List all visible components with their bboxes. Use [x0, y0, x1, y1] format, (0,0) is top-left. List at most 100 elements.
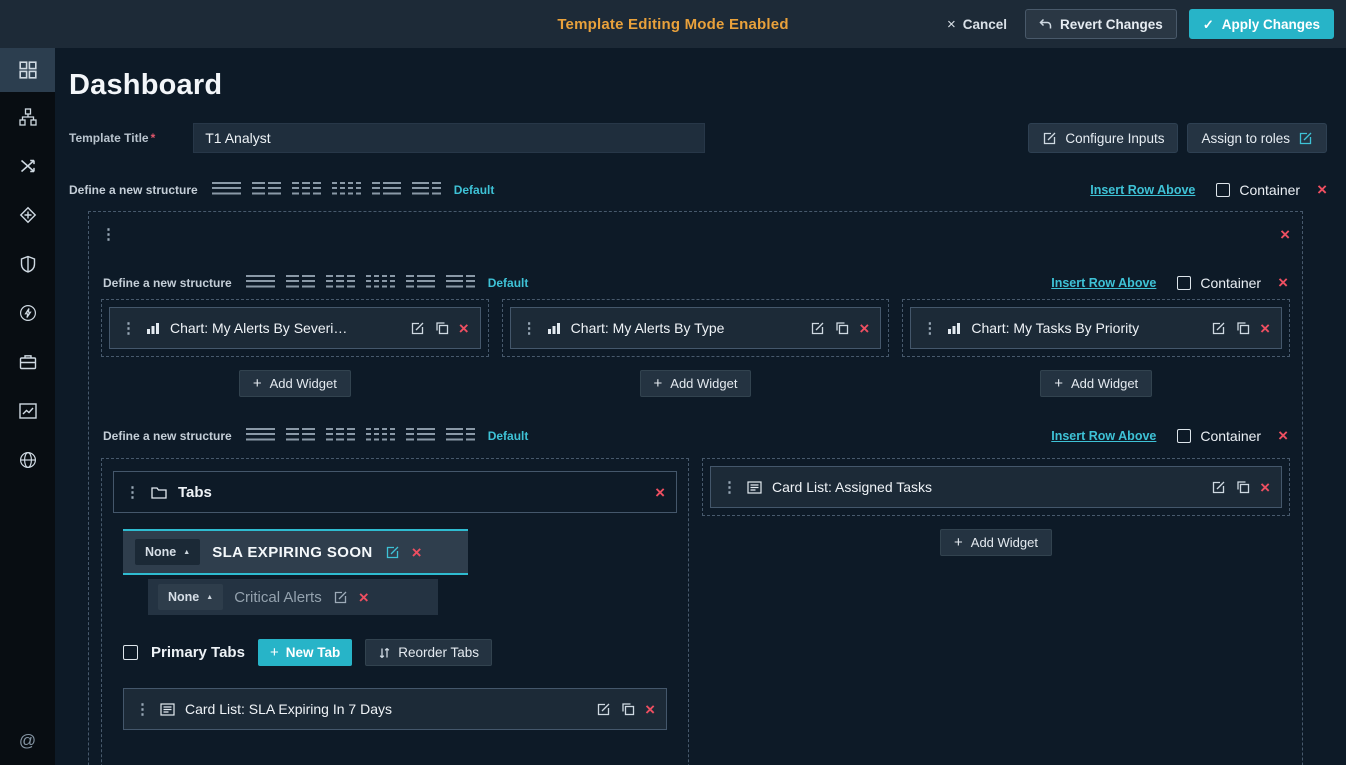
layout-2-1col-option[interactable]	[446, 275, 475, 290]
configure-inputs-button[interactable]: Configure Inputs	[1028, 123, 1178, 153]
add-widget-button[interactable]: + Add Widget	[239, 370, 351, 397]
layout-1col-option[interactable]	[246, 428, 275, 443]
layout-4col-option[interactable]	[366, 428, 395, 443]
widget-card[interactable]: ⋮ Chart: My Tasks By Priority ×	[910, 307, 1282, 349]
edit-widget-icon[interactable]	[1211, 480, 1226, 495]
drag-handle[interactable]: ⋮	[101, 227, 116, 242]
nav-reports-item[interactable]	[0, 386, 55, 435]
nav-automation-item[interactable]	[0, 288, 55, 337]
add-widget-button[interactable]: + Add Widget	[940, 529, 1052, 556]
delete-tab-button[interactable]: ×	[359, 589, 369, 606]
nav-crossing-arrows-item[interactable]	[0, 141, 55, 190]
widget-column: ⋮ Chart: My Alerts By Severi… ×	[101, 299, 489, 397]
default-layout-label[interactable]: Default	[488, 429, 529, 443]
layout-2-1col-option[interactable]	[412, 182, 441, 197]
tabs-section-header[interactable]: ⋮ Tabs ×	[113, 471, 677, 513]
nav-mention-item[interactable]: @	[0, 717, 55, 765]
cancel-button[interactable]: × Cancel	[941, 16, 1013, 33]
delete-tab-button[interactable]: ×	[412, 544, 422, 561]
drag-handle[interactable]: ⋮	[121, 321, 136, 336]
edit-widget-icon[interactable]	[810, 321, 825, 336]
duplicate-widget-icon[interactable]	[435, 321, 449, 335]
container-checkbox[interactable]	[1216, 183, 1230, 197]
layout-2col-option[interactable]	[252, 182, 281, 197]
nav-shield-item[interactable]	[0, 239, 55, 288]
delete-row-button[interactable]: ×	[1278, 274, 1288, 291]
apply-changes-button[interactable]: ✓ Apply Changes	[1189, 9, 1334, 39]
layout-1-2col-option[interactable]	[406, 275, 435, 290]
delete-row-button[interactable]: ×	[1278, 427, 1288, 444]
insert-row-above-link[interactable]: Insert Row Above	[1051, 429, 1156, 443]
layout-1-2col-option[interactable]	[406, 428, 435, 443]
bar-chart-icon	[146, 322, 160, 335]
template-title-input[interactable]	[193, 123, 705, 153]
edit-widget-icon[interactable]	[410, 321, 425, 336]
assign-to-roles-button[interactable]: Assign to roles	[1187, 123, 1327, 153]
insert-row-above-link[interactable]: Insert Row Above	[1051, 276, 1156, 290]
default-layout-label[interactable]: Default	[454, 183, 495, 197]
nav-diamond-item[interactable]	[0, 190, 55, 239]
reorder-tabs-button[interactable]: Reorder Tabs	[365, 639, 492, 666]
tab-dropdown[interactable]: None ▲	[135, 539, 200, 565]
nav-hierarchy-item[interactable]	[0, 92, 55, 141]
widget-title: Chart: My Alerts By Type	[571, 320, 725, 336]
layout-4col-option[interactable]	[366, 275, 395, 290]
new-tab-button[interactable]: + New Tab	[258, 639, 352, 666]
layout-1col-option[interactable]	[212, 182, 241, 197]
layout-2col-option[interactable]	[286, 275, 315, 290]
widget-card[interactable]: ⋮ Chart: My Alerts By Type ×	[510, 307, 882, 349]
revert-changes-button[interactable]: Revert Changes	[1025, 9, 1177, 39]
layout-1-2col-option[interactable]	[372, 182, 401, 197]
edit-tab-icon[interactable]	[385, 545, 400, 560]
add-widget-button[interactable]: + Add Widget	[1040, 370, 1152, 397]
primary-tabs-checkbox[interactable]	[123, 645, 138, 660]
edit-widget-icon[interactable]	[1211, 321, 1226, 336]
delete-container-button[interactable]: ×	[1280, 226, 1290, 243]
insert-row-above-link[interactable]: Insert Row Above	[1090, 183, 1195, 197]
nav-dashboard-item[interactable]	[0, 48, 55, 92]
container-checkbox[interactable]	[1177, 276, 1191, 290]
widget-card[interactable]: ⋮ Card List: SLA Expiring In 7 Days ×	[123, 688, 667, 730]
duplicate-widget-icon[interactable]	[835, 321, 849, 335]
tab-item-active[interactable]: None ▲ SLA EXPIRING SOON ×	[123, 529, 468, 575]
layout-4col-option[interactable]	[332, 182, 361, 197]
layout-3col-option[interactable]	[292, 182, 321, 197]
widget-card[interactable]: ⋮ Chart: My Alerts By Severi… ×	[109, 307, 481, 349]
default-layout-label[interactable]: Default	[488, 276, 529, 290]
nav-briefcase-item[interactable]	[0, 337, 55, 386]
tabs-section-title: Tabs	[178, 484, 212, 501]
duplicate-widget-icon[interactable]	[1236, 480, 1250, 494]
delete-widget-button[interactable]: ×	[1260, 320, 1270, 337]
delete-widget-button[interactable]: ×	[645, 701, 655, 718]
cancel-label: Cancel	[963, 17, 1007, 32]
required-mark: *	[151, 131, 156, 145]
tab-item[interactable]: None ▲ Critical Alerts ×	[148, 579, 438, 615]
tab-dropdown[interactable]: None ▲	[158, 584, 223, 610]
duplicate-widget-icon[interactable]	[1236, 321, 1250, 335]
layout-3col-option[interactable]	[326, 428, 355, 443]
drag-handle[interactable]: ⋮	[922, 321, 937, 336]
drag-handle[interactable]: ⋮	[722, 480, 737, 495]
edit-tab-icon[interactable]	[333, 590, 348, 605]
drag-handle[interactable]: ⋮	[135, 702, 150, 717]
delete-widget-button[interactable]: ×	[459, 320, 469, 337]
layout-2-1col-option[interactable]	[446, 428, 475, 443]
drag-handle[interactable]: ⋮	[125, 485, 140, 500]
revert-label: Revert Changes	[1060, 17, 1163, 32]
nav-globe-item[interactable]	[0, 435, 55, 484]
layout-2col-option[interactable]	[286, 428, 315, 443]
edit-widget-icon[interactable]	[596, 702, 611, 717]
delete-widget-button[interactable]: ×	[859, 320, 869, 337]
layout-3col-option[interactable]	[326, 275, 355, 290]
container-label: Container	[1200, 428, 1261, 444]
delete-tabs-button[interactable]: ×	[655, 484, 665, 501]
layout-1col-option[interactable]	[246, 275, 275, 290]
drag-handle[interactable]: ⋮	[522, 321, 537, 336]
delete-widget-button[interactable]: ×	[1260, 479, 1270, 496]
add-widget-button[interactable]: + Add Widget	[640, 370, 752, 397]
container-checkbox[interactable]	[1177, 429, 1191, 443]
widget-card[interactable]: ⋮ Card List: Assigned Tasks ×	[710, 466, 1282, 508]
duplicate-widget-icon[interactable]	[621, 702, 635, 716]
page-title: Dashboard	[55, 48, 1346, 102]
delete-row-button[interactable]: ×	[1317, 181, 1327, 198]
